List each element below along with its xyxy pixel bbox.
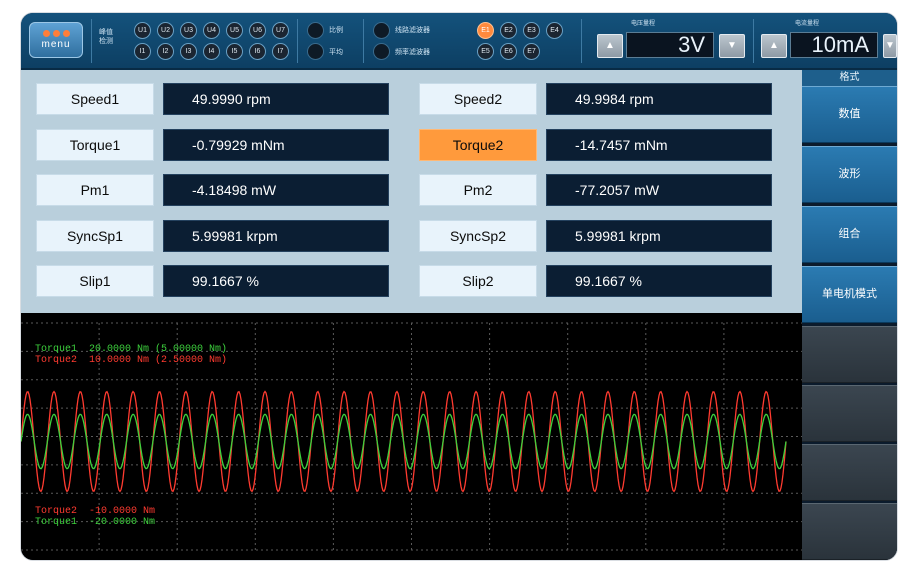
torque1-waveform	[21, 413, 787, 470]
divider	[363, 19, 364, 63]
ratio-radio[interactable]	[307, 22, 324, 39]
torque1-label[interactable]: Torque1	[36, 129, 154, 161]
channel-i1-toggle[interactable]: I1	[134, 43, 151, 60]
bottom-legend-torque1: Torque1 -20.0000 Nm	[35, 517, 156, 528]
channel-u5-toggle[interactable]: U5	[226, 22, 243, 39]
channel-i3-toggle[interactable]: I3	[180, 43, 197, 60]
app-window: menu 峰值 检测 U1 U2 U3 U4 U5 U6 U7 I1 I2 I3…	[21, 13, 897, 560]
waveform-display: Torque1 20.0000 Nm (5.00000 Nm) Torque2 …	[21, 313, 802, 560]
detect-label-1: 峰值	[99, 29, 113, 36]
torque2-value: -14.7457 mNm	[546, 129, 772, 161]
channel-i4-toggle[interactable]: I4	[203, 43, 220, 60]
empty-side-button[interactable]	[802, 503, 897, 560]
average-radio[interactable]	[307, 43, 324, 60]
average-label: 平均	[329, 49, 343, 56]
syncsp2-value: 5.99981 krpm	[546, 220, 772, 252]
format-header: 格式	[802, 70, 897, 87]
channel-i6-toggle[interactable]: I6	[249, 43, 266, 60]
channel-u3-toggle[interactable]: U3	[180, 22, 197, 39]
slip2-value: 99.1667 %	[546, 265, 772, 297]
menu-label: menu	[41, 39, 71, 50]
top-legend-torque1: Torque1 20.0000 Nm (5.00000 Nm)	[35, 344, 228, 355]
menu-button[interactable]: menu	[29, 22, 83, 58]
combined-view-button[interactable]: 组合	[802, 206, 897, 263]
empty-side-button[interactable]	[802, 326, 897, 383]
speed1-value: 49.9990 rpm	[163, 83, 389, 115]
divider	[581, 19, 582, 63]
current-range-down-button[interactable]: ▼	[883, 34, 897, 58]
channel-u7-toggle[interactable]: U7	[272, 22, 289, 39]
channel-i5-toggle[interactable]: I5	[226, 43, 243, 60]
pm1-value: -4.18498 mW	[163, 174, 389, 206]
syncsp1-label[interactable]: SyncSp1	[36, 220, 154, 252]
waveform-view-button[interactable]: 波形	[802, 146, 897, 203]
slip1-value: 99.1667 %	[163, 265, 389, 297]
divider	[297, 19, 298, 63]
torque2-label[interactable]: Torque2	[419, 129, 537, 161]
channel-i7-toggle[interactable]: I7	[272, 43, 289, 60]
torque1-value: -0.79929 mNm	[163, 129, 389, 161]
voltage-range-value: 3V	[626, 32, 714, 58]
syncsp2-label[interactable]: SyncSp2	[419, 220, 537, 252]
numeric-view-button[interactable]: 数值	[802, 86, 897, 143]
detect-label-2: 检测	[99, 38, 113, 45]
channel-u4-toggle[interactable]: U4	[203, 22, 220, 39]
empty-side-button[interactable]	[802, 444, 897, 501]
divider	[753, 19, 754, 63]
line-filter-label: 线路滤波器	[395, 27, 430, 34]
syncsp1-value: 5.99981 krpm	[163, 220, 389, 252]
voltage-range-title: 电压量程	[631, 21, 656, 27]
slip2-label[interactable]: Slip2	[419, 265, 537, 297]
current-range-up-button[interactable]: ▲	[761, 34, 787, 58]
current-range-title: 电流量程	[795, 21, 820, 27]
speed2-value: 49.9984 rpm	[546, 83, 772, 115]
voltage-range-up-button[interactable]: ▲	[597, 34, 623, 58]
speed2-label[interactable]: Speed2	[419, 83, 537, 115]
channel-u1-toggle[interactable]: U1	[134, 22, 151, 39]
freq-filter-radio[interactable]	[373, 43, 390, 60]
pm2-value: -77.2057 mW	[546, 174, 772, 206]
top-toolbar: menu 峰值 检测 U1 U2 U3 U4 U5 U6 U7 I1 I2 I3…	[21, 13, 897, 70]
line-filter-radio[interactable]	[373, 22, 390, 39]
format-sidebar: 格式 数值 波形 组合 单电机模式	[802, 70, 897, 560]
channel-i2-toggle[interactable]: I2	[157, 43, 174, 60]
channel-e2-toggle[interactable]: E2	[500, 22, 517, 39]
channel-e3-toggle[interactable]: E3	[523, 22, 540, 39]
measurement-panel: Speed1 49.9990 rpm Torque1 -0.79929 mNm …	[21, 70, 802, 313]
channel-u6-toggle[interactable]: U6	[249, 22, 266, 39]
voltage-range-down-button[interactable]: ▼	[719, 34, 745, 58]
ratio-label: 比例	[329, 27, 343, 34]
single-motor-mode-button[interactable]: 单电机模式	[802, 266, 897, 323]
freq-filter-label: 频率滤波器	[395, 49, 430, 56]
current-range-value: 10mA	[790, 32, 878, 58]
bottom-legend-torque2: Torque2 -10.0000 Nm	[35, 506, 156, 517]
menu-dots-icon	[30, 30, 82, 37]
channel-e4-toggle[interactable]: E4	[546, 22, 563, 39]
channel-u2-toggle[interactable]: U2	[157, 22, 174, 39]
top-legend-torque2: Torque2 10.0000 Nm (2.50000 Nm)	[35, 355, 228, 366]
pm2-label[interactable]: Pm2	[419, 174, 537, 206]
channel-e5-toggle[interactable]: E5	[477, 43, 494, 60]
channel-e7-toggle[interactable]: E7	[523, 43, 540, 60]
speed1-label[interactable]: Speed1	[36, 83, 154, 115]
channel-e1-toggle[interactable]: E1	[477, 22, 494, 39]
pm1-label[interactable]: Pm1	[36, 174, 154, 206]
empty-side-button[interactable]	[802, 385, 897, 442]
channel-e6-toggle[interactable]: E6	[500, 43, 517, 60]
slip1-label[interactable]: Slip1	[36, 265, 154, 297]
divider	[91, 19, 92, 63]
